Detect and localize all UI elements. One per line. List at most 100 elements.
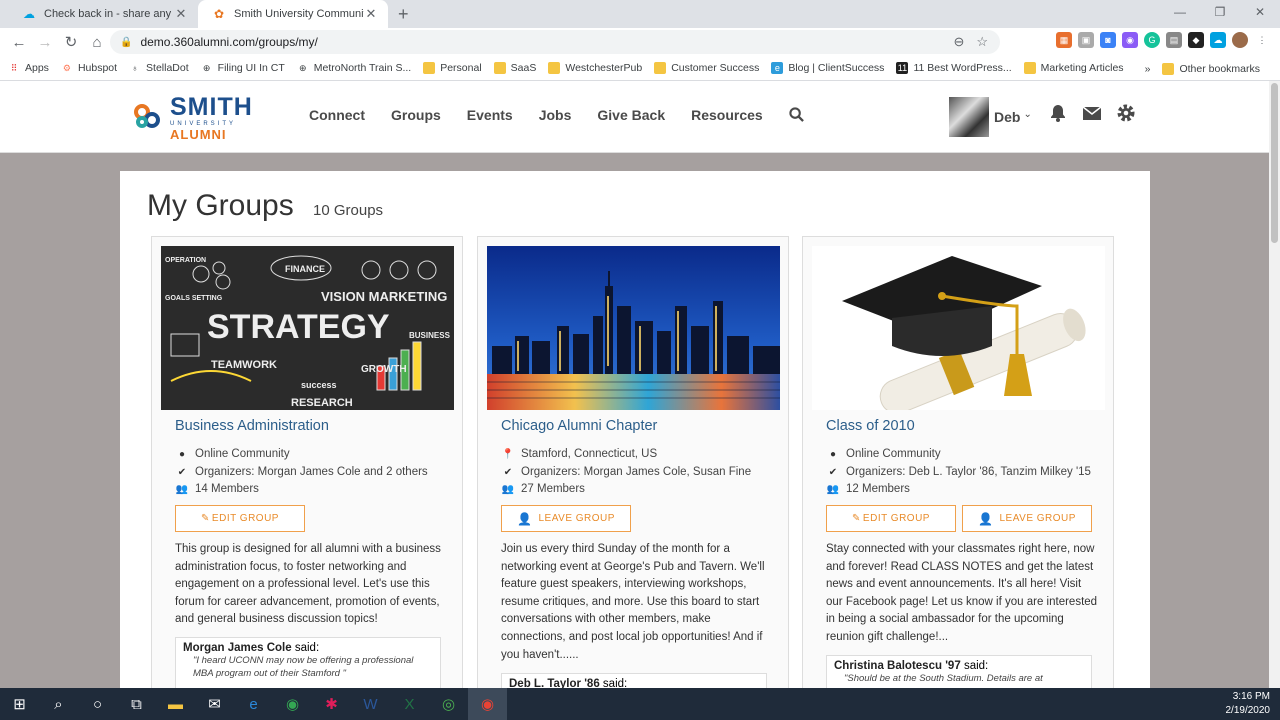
profile-avatar[interactable] [1232,32,1248,48]
group-image-strategy[interactable]: STRATEGY VISION MARKETING TEAMWORK GROWT… [161,246,454,410]
smith-alumni-logo[interactable]: SMITH UNIVERSITY ALUMNI [134,95,264,141]
task-view-icon[interactable]: ⧉ [117,688,156,720]
bookmark-hubspot[interactable]: ⚙ Hubspot [61,62,117,74]
extension-icon[interactable]: ◙ [1100,32,1116,48]
group-members[interactable]: 14 Members [195,481,259,499]
clientsuccess-icon: e [771,62,784,74]
bookmark-apps[interactable]: ⠿ Apps [8,62,49,74]
group-image-graduation-cap[interactable] [812,246,1105,410]
nav-events[interactable]: Events [467,107,513,126]
extension-icon[interactable]: ▦ [1056,32,1072,48]
excel-icon[interactable]: X [390,688,429,720]
word-icon[interactable]: W [351,688,390,720]
bookmark-westchesterpub[interactable]: WestchesterPub [548,62,642,74]
nav-groups[interactable]: Groups [391,107,441,126]
address-bar[interactable]: 🔒 demo.360alumni.com/groups/my/ ⊖ ☆ [110,30,1000,54]
leave-group-button[interactable]: 👤 LEAVE GROUP [501,505,631,532]
group-name[interactable]: Chicago Alumni Chapter [501,418,657,434]
system-clock[interactable]: 3:16 PM 2/19/2020 [1226,690,1271,718]
reload-icon[interactable]: ↻ [58,29,84,55]
mail-icon[interactable]: ✉ [195,688,234,720]
bookmark-wordpress[interactable]: 11 11 Best WordPress... [896,62,1012,74]
windows-start-icon[interactable]: ⊞ [0,688,39,720]
restore-icon[interactable]: ❐ [1200,0,1240,24]
group-members[interactable]: 12 Members [846,481,910,499]
folder-icon [654,62,667,74]
clock-date: 2/19/2020 [1225,705,1271,716]
minimize-icon[interactable]: — [1160,0,1200,24]
tab-check-back-in[interactable]: ☁ Check back in - share any enhanc ✕ [8,0,198,28]
chrome-active-icon[interactable]: ◉ [468,688,507,720]
avatar[interactable] [949,97,989,137]
nav-jobs[interactable]: Jobs [539,107,572,126]
bookmark-filing[interactable]: ⊕ Filing UI In CT [201,62,285,74]
group-members[interactable]: 27 Members [521,481,585,499]
bookmark-marketing[interactable]: Marketing Articles [1023,62,1124,74]
bookmark-customer-success[interactable]: Customer Success [654,62,759,74]
page-viewport: SMITH UNIVERSITY ALUMNI Connect Groups E… [0,81,1280,688]
check-icon: ✔ [828,466,838,478]
nav-resources[interactable]: Resources [691,107,763,126]
salesforce-icon[interactable]: ☁ [1210,32,1226,48]
tab-smith-university[interactable]: ✿ Smith University Community - Gr ✕ [198,0,388,28]
bookmark-star-icon[interactable]: ☆ [976,34,988,50]
latest-post[interactable]: Morgan James Cole said: "I heard UCONN m… [175,637,441,688]
leave-group-button[interactable]: 👤 LEAVE GROUP [962,505,1092,532]
globe-icon: ⊕ [298,62,307,73]
chrome-icon[interactable]: ◉ [273,688,312,720]
envelope-icon[interactable] [1082,103,1102,129]
edit-group-button[interactable]: ✎ EDIT GROUP [826,505,956,532]
latest-post[interactable]: Deb L. Taylor '86 said: [501,673,767,688]
latest-post[interactable]: Christina Balotescu '97 said: "Should be… [826,655,1092,688]
gear-icon[interactable] [1116,103,1136,129]
close-window-icon[interactable]: ✕ [1240,0,1280,24]
home-icon[interactable]: ⌂ [84,29,110,55]
close-tab-icon[interactable]: ✕ [364,6,378,22]
page-scrollbar[interactable] [1269,81,1280,688]
menu-icon[interactable]: ⋮ [1254,32,1270,48]
post-author[interactable]: Deb L. Taylor '86 [509,678,600,688]
extension-icon[interactable]: ◉ [1122,32,1138,48]
extension-icon[interactable]: ▣ [1078,32,1094,48]
chevron-down-icon[interactable]: ⌄ [1023,109,1031,120]
bookmark-metronorth[interactable]: ⊕ MetroNorth Train S... [297,62,411,74]
camtasia-icon[interactable]: ◎ [429,688,468,720]
edit-group-button[interactable]: ✎ EDIT GROUP [175,505,305,532]
scrollbar-thumb[interactable] [1271,83,1278,243]
search-icon[interactable]: ⌕ [39,688,78,720]
search-icon[interactable] [789,107,804,126]
bookmark-blog[interactable]: e Blog | ClientSuccess [771,62,884,74]
map-marker-icon: 📍 [501,449,515,460]
post-author[interactable]: Christina Balotescu '97 [834,660,961,672]
close-tab-icon[interactable]: ✕ [174,6,188,22]
group-name[interactable]: Class of 2010 [826,418,915,434]
leave-group-label: LEAVE GROUP [999,513,1076,524]
cortana-icon[interactable]: ○ [78,688,117,720]
nav-give-back[interactable]: Give Back [597,107,665,126]
new-tab-icon[interactable]: + [398,4,409,25]
edge-icon[interactable]: e [234,688,273,720]
logo-mark-icon [134,102,166,134]
zoom-icon[interactable]: ⊖ [953,34,964,50]
grammarly-icon[interactable]: G [1144,32,1160,48]
group-image-skyline[interactable] [487,246,780,410]
forward-icon[interactable]: → [32,29,58,55]
group-meta: ● Online Community ✔ Organizers: Morgan Ja… [175,446,428,499]
extension-icon[interactable]: ▤ [1166,32,1182,48]
file-explorer-icon[interactable]: ▬ [156,688,195,720]
group-name[interactable]: Business Administration [175,418,329,434]
post-author[interactable]: Morgan James Cole [183,642,292,654]
nav-connect[interactable]: Connect [309,107,365,126]
back-icon[interactable]: ← [6,29,32,55]
bookmarks-overflow-icon[interactable]: » [1145,63,1151,75]
bookmark-saas[interactable]: SaaS [493,62,536,74]
extension-icon[interactable]: ◆ [1188,32,1204,48]
bell-icon[interactable] [1048,103,1068,129]
bookmark-personal[interactable]: Personal [423,62,482,74]
group-count: 10 Groups [313,202,384,219]
user-name[interactable]: Deb [994,109,1020,125]
bookmark-stelladot[interactable]: ♁ StellaDot [129,62,189,74]
user-menu[interactable]: Deb ⌄ [949,97,1032,137]
slack-icon[interactable]: ✱ [312,688,351,720]
bookmark-other[interactable]: Other bookmarks [1162,62,1260,75]
